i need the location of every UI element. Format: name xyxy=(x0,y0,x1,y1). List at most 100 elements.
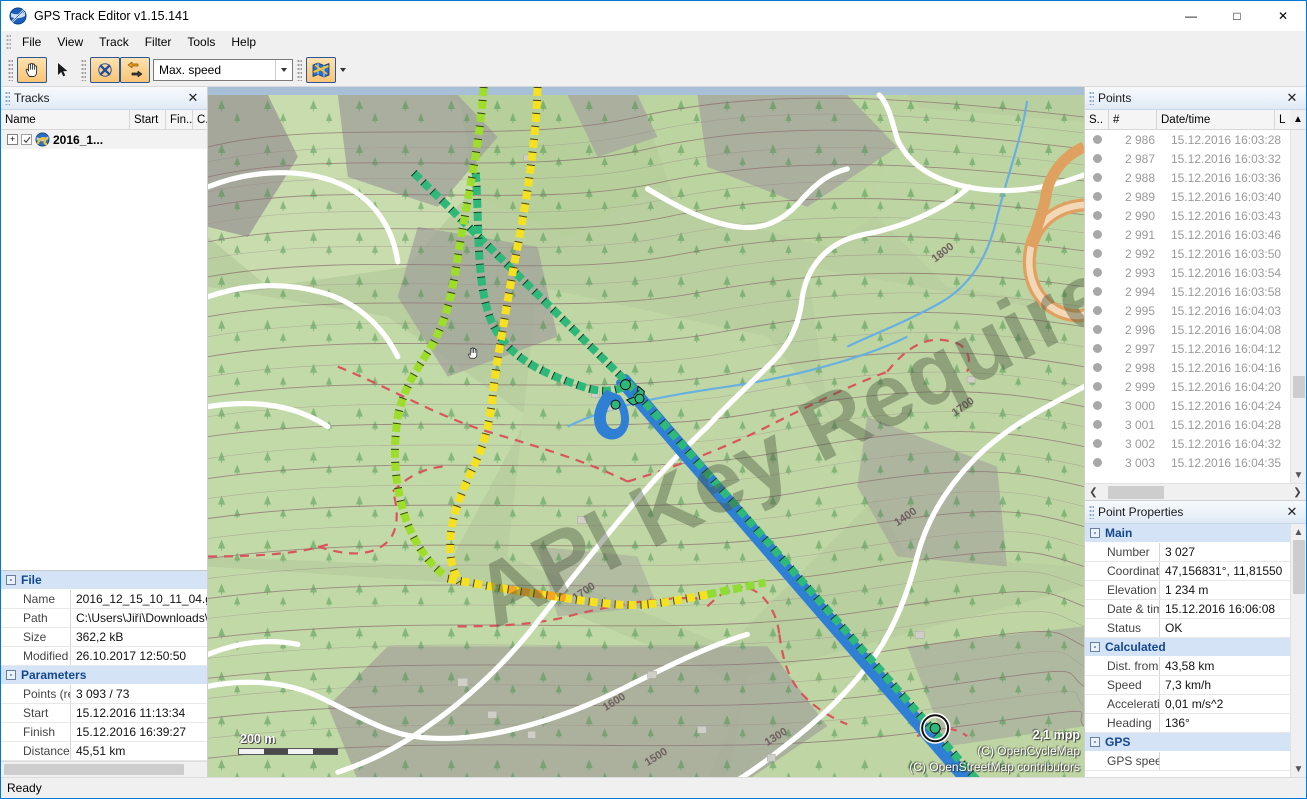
toolbar-grip-2[interactable] xyxy=(81,58,86,81)
property-row[interactable]: Name 2016_12_15_10_11_04.gpx xyxy=(1,590,207,609)
point-properties-vscrollbar-thumb[interactable] xyxy=(1292,540,1305,594)
property-value[interactable]: 1 234 m xyxy=(1160,581,1290,599)
property-value[interactable]: OK xyxy=(1160,619,1290,637)
property-value[interactable]: 136° xyxy=(1160,714,1290,732)
minimize-button[interactable]: — xyxy=(1168,1,1214,31)
collapse-icon[interactable]: - xyxy=(1090,528,1100,538)
property-value[interactable]: 45,51 km xyxy=(71,742,207,760)
property-value[interactable]: C:\Users\Jiří\Downloads\ xyxy=(71,609,207,627)
map-canvas[interactable]: 1800 1700 1700 1600 1600 1500 1500 1400 … xyxy=(208,87,1084,777)
points-row[interactable]: 2 989 15.12.2016 16:03:40 xyxy=(1085,187,1290,206)
property-value[interactable]: 362,2 kB xyxy=(71,628,207,646)
property-value[interactable]: 3 093 / 73 xyxy=(71,685,207,703)
points-vscrollbar[interactable]: ▼ xyxy=(1290,130,1306,483)
tracks-col-count[interactable]: C... xyxy=(193,110,207,129)
property-row[interactable]: Heading 136° xyxy=(1085,714,1290,733)
property-row[interactable]: Start 15.12.2016 11:13:34 xyxy=(1,704,207,723)
file-properties-group-parameters[interactable]: - Parameters xyxy=(1,666,207,685)
collapse-icon[interactable]: - xyxy=(6,575,16,585)
points-row[interactable]: 2 990 15.12.2016 16:03:43 xyxy=(1085,206,1290,225)
property-row[interactable]: Speed 7,3 km/h xyxy=(1085,676,1290,695)
property-row[interactable]: Modified 26.10.2017 12:50:50 xyxy=(1,647,207,666)
property-value[interactable]: 7,3 km/h xyxy=(1160,676,1290,694)
points-list[interactable]: 2 986 15.12.2016 16:03:28 2 987 15.12.20… xyxy=(1085,130,1290,483)
point-properties-vscrollbar-track[interactable] xyxy=(1291,540,1307,761)
points-row[interactable]: 2 999 15.12.2016 16:04:20 xyxy=(1085,377,1290,396)
points-scroll-up-icon[interactable]: ▲ xyxy=(1290,110,1306,129)
property-value[interactable]: 26.10.2017 12:50:50 xyxy=(71,647,207,665)
property-row[interactable]: Coordinates 47,156831°, 11,81550 xyxy=(1085,562,1290,581)
collapse-icon[interactable]: - xyxy=(1090,737,1100,747)
menu-item-filter[interactable]: Filter xyxy=(137,32,180,52)
property-value[interactable]: 15.12.2016 16:39:27 xyxy=(71,723,207,741)
points-col-number[interactable]: # xyxy=(1109,110,1157,129)
tracks-col-start[interactable]: Start xyxy=(130,110,166,129)
map-source-dropdown-arrow[interactable] xyxy=(336,57,350,83)
toolbar-grip-1[interactable] xyxy=(8,58,13,81)
scroll-left-icon[interactable]: ❮ xyxy=(1085,487,1102,498)
tracks-panel-grip[interactable] xyxy=(5,91,10,105)
file-properties-group-file[interactable]: - File xyxy=(1,571,207,590)
points-row[interactable]: 2 988 15.12.2016 16:03:36 xyxy=(1085,168,1290,187)
property-row[interactable]: Number 3 027 xyxy=(1085,543,1290,562)
point-properties-grip[interactable] xyxy=(1089,505,1094,519)
collapse-icon[interactable]: - xyxy=(1090,642,1100,652)
scroll-up-icon[interactable]: ▲ xyxy=(1291,524,1307,540)
property-value[interactable]: 43,58 km xyxy=(1160,657,1290,675)
scroll-down-icon[interactable]: ▼ xyxy=(1291,467,1307,483)
maximize-button[interactable]: □ xyxy=(1214,1,1260,31)
reverse-direction-tool-button[interactable] xyxy=(120,56,150,83)
menu-item-tools[interactable]: Tools xyxy=(179,32,223,52)
points-hscrollbar-track[interactable] xyxy=(1102,485,1289,499)
property-row[interactable]: Status OK xyxy=(1085,619,1290,638)
points-vscrollbar-track[interactable] xyxy=(1291,130,1307,467)
close-button[interactable]: ✕ xyxy=(1260,1,1306,31)
points-row[interactable]: 2 998 15.12.2016 16:04:16 xyxy=(1085,358,1290,377)
point-properties-group-gps[interactable]: - GPS xyxy=(1085,733,1290,752)
property-row[interactable]: Path C:\Users\Jiří\Downloads\ xyxy=(1,609,207,628)
property-row[interactable]: Dist. from sta 43,58 km xyxy=(1085,657,1290,676)
points-row[interactable]: 3 000 15.12.2016 16:04:24 xyxy=(1085,396,1290,415)
tracks-panel-close-icon[interactable]: ✕ xyxy=(182,88,204,108)
property-row[interactable]: Distance 45,51 km xyxy=(1,742,207,761)
map-view[interactable]: 1800 1700 1700 1600 1600 1500 1500 1400 … xyxy=(208,87,1084,777)
property-row[interactable]: GPS speed xyxy=(1085,752,1290,771)
point-properties-vscrollbar[interactable]: ▲ ▼ xyxy=(1290,524,1306,777)
points-row[interactable]: 2 986 15.12.2016 16:03:28 xyxy=(1085,130,1290,149)
property-row[interactable]: Finish 15.12.2016 16:39:27 xyxy=(1,723,207,742)
menu-grip-handle[interactable] xyxy=(6,33,11,50)
menu-item-view[interactable]: View xyxy=(49,32,91,52)
points-col-length[interactable]: L xyxy=(1275,110,1290,129)
menu-item-track[interactable]: Track xyxy=(91,32,137,52)
points-hscrollbar-thumb[interactable] xyxy=(1108,485,1164,499)
select-arrow-tool-button[interactable] xyxy=(47,57,77,83)
track-list-item[interactable]: + 2016_1... xyxy=(1,130,207,149)
points-panel-grip[interactable] xyxy=(1089,91,1094,105)
points-hscrollbar[interactable]: ❮ ❯ xyxy=(1085,483,1306,500)
property-row[interactable]: Points (re 3 093 / 73 xyxy=(1,685,207,704)
collapse-icon[interactable]: - xyxy=(6,670,16,680)
points-row[interactable]: 2 996 15.12.2016 16:04:08 xyxy=(1085,320,1290,339)
property-row[interactable]: Acceleration 0,01 m/s^2 xyxy=(1085,695,1290,714)
property-row[interactable]: Elevation 1 234 m xyxy=(1085,581,1290,600)
scroll-right-icon[interactable]: ❯ xyxy=(1289,487,1306,498)
property-row[interactable]: Size 362,2 kB xyxy=(1,628,207,647)
scroll-down-icon[interactable]: ▼ xyxy=(1291,761,1307,777)
menu-item-file[interactable]: File xyxy=(14,32,49,52)
menu-item-help[interactable]: Help xyxy=(223,32,264,52)
points-vscrollbar-thumb[interactable] xyxy=(1292,376,1305,398)
points-row[interactable]: 2 987 15.12.2016 16:03:32 xyxy=(1085,149,1290,168)
property-value[interactable]: 3 027 xyxy=(1160,543,1290,561)
delete-points-tool-button[interactable] xyxy=(90,56,120,83)
points-row[interactable]: 2 995 15.12.2016 16:04:03 xyxy=(1085,301,1290,320)
point-properties-group-main[interactable]: - Main xyxy=(1085,524,1290,543)
points-row[interactable]: 2 991 15.12.2016 16:03:46 xyxy=(1085,225,1290,244)
tracks-list[interactable]: + 2016_1... xyxy=(1,130,207,570)
points-row[interactable]: 2 993 15.12.2016 16:03:54 xyxy=(1085,263,1290,282)
property-row[interactable]: Date & time 15.12.2016 16:06:08 xyxy=(1085,600,1290,619)
filter-select[interactable]: Max. speed xyxy=(153,58,293,81)
map-source-button[interactable] xyxy=(306,56,336,83)
toolbar-grip-3[interactable] xyxy=(297,58,302,81)
points-col-status[interactable]: S.. xyxy=(1085,110,1109,129)
hand-tool-button[interactable] xyxy=(17,56,47,83)
